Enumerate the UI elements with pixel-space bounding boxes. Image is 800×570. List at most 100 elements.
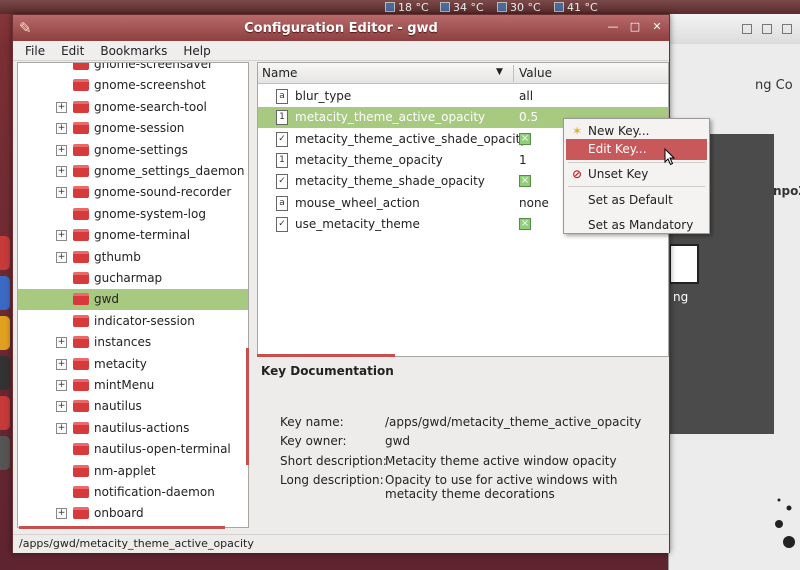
sort-arrow-icon[interactable]: ▼	[496, 67, 503, 77]
tree-item[interactable]: gnome-system-log	[18, 204, 248, 225]
tree-item-label: gnome-session	[94, 121, 185, 136]
key-row[interactable]: a blur_type all	[258, 86, 668, 107]
expander-icon[interactable]: +	[56, 422, 67, 434]
folder-icon	[73, 100, 89, 113]
status-path: /apps/gwd/metacity_theme_active_opacity	[19, 537, 254, 550]
tree-hscrollbar[interactable]	[19, 526, 225, 529]
app-icon[interactable]: ✎	[19, 19, 37, 37]
directory-tree[interactable]: gnome-screensaver gnome-screenshot + gnome-…	[17, 62, 249, 528]
tree-item[interactable]: + nautilus	[18, 396, 248, 417]
tree-item[interactable]: + gnome_settings_daemon	[18, 161, 248, 182]
expander-icon[interactable]: +	[56, 358, 67, 370]
folder-icon	[73, 357, 89, 370]
menu-item-set-mandatory[interactable]: Set as Mandatory	[566, 215, 707, 236]
sensor-icon	[554, 2, 564, 12]
tree-item[interactable]: indicator-session	[18, 311, 248, 332]
folder-icon	[73, 250, 89, 263]
column-header-value[interactable]: Value	[519, 66, 552, 80]
tree-item-label: nm-applet	[94, 463, 156, 478]
menu-file[interactable]: File	[17, 44, 53, 58]
dock-launcher[interactable]	[0, 276, 10, 310]
expander-icon[interactable]: +	[56, 144, 67, 156]
tree-item[interactable]: gnome-screensaver	[18, 63, 248, 75]
key-value[interactable]: none	[519, 196, 549, 210]
tree-item[interactable]: gnome-screenshot	[18, 75, 248, 96]
minimize-icon[interactable]: —	[607, 21, 619, 33]
expander-icon[interactable]: +	[56, 101, 67, 113]
expander-icon[interactable]: +	[56, 508, 67, 520]
expander-icon[interactable]: +	[56, 337, 67, 349]
menu-item-unset-key[interactable]: ⊘ Unset Key	[566, 164, 707, 185]
dock-launcher[interactable]	[0, 436, 10, 470]
expander-icon[interactable]: +	[56, 380, 67, 391]
tree-item-label: gthumb	[94, 249, 141, 264]
tree-item[interactable]: + gnome-sound-recorder	[18, 182, 248, 203]
window-title: Configuration Editor - gwd	[244, 20, 438, 36]
tree-item[interactable]: + gnome-terminal	[18, 225, 248, 246]
folder-icon	[73, 63, 89, 70]
dock-launcher[interactable]	[0, 316, 10, 350]
dock-launcher[interactable]	[0, 356, 10, 390]
tree-item[interactable]: + nautilus-actions	[18, 418, 248, 439]
configuration-editor-window[interactable]: ✎ Configuration Editor - gwd — □ ✕ File …	[12, 14, 670, 553]
expander-icon[interactable]: +	[56, 123, 67, 135]
tree-item[interactable]: + instances	[18, 332, 248, 353]
menu-help[interactable]: Help	[175, 44, 218, 58]
folder-icon	[73, 272, 89, 284]
tree-item[interactable]: + gthumb	[18, 247, 248, 268]
value-checkbox[interactable]: ×	[519, 217, 531, 230]
maximize-icon[interactable]	[762, 24, 772, 34]
menu-bookmarks[interactable]: Bookmarks	[92, 44, 175, 58]
maximize-icon[interactable]: □	[629, 21, 641, 33]
tree-item[interactable]: nautilus-open-terminal	[18, 439, 248, 460]
tree-item-label: gwd	[94, 292, 120, 307]
tree-item[interactable]: + metacity	[18, 354, 248, 375]
tree-scrollbar[interactable]	[246, 348, 249, 465]
sensor-icon	[440, 2, 450, 12]
value-checkbox[interactable]: ×	[519, 132, 531, 145]
close-icon[interactable]	[782, 24, 792, 34]
tree-item[interactable]: gucharmap	[18, 268, 248, 289]
menu-item-set-default[interactable]: Set as Default	[566, 190, 707, 211]
expander-icon[interactable]: +	[56, 166, 67, 177]
key-value[interactable]: 1	[519, 153, 527, 167]
close-icon[interactable]: ✕	[651, 21, 663, 33]
tree-item[interactable]: notification-daemon	[18, 482, 248, 503]
expander-icon[interactable]: +	[56, 401, 67, 413]
tree-item[interactable]: gwd	[18, 289, 248, 311]
tree-item[interactable]: nm-applet	[18, 461, 248, 482]
key-owner-value: gwd	[385, 434, 411, 448]
folder-icon	[73, 186, 89, 199]
background-window[interactable]: ng Co npoZe ng	[668, 14, 800, 570]
tree-item[interactable]: + gnome-search-tool	[18, 97, 248, 118]
folder-icon	[73, 336, 89, 349]
menu-item-edit-key[interactable]: Edit Key...	[566, 139, 707, 160]
window-titlebar[interactable]: ✎ Configuration Editor - gwd — □ ✕	[13, 15, 669, 41]
tree-item-label: instances	[94, 335, 152, 350]
tree-item[interactable]: + mintMenu	[18, 375, 248, 396]
menu-edit[interactable]: Edit	[53, 44, 92, 58]
expander-icon[interactable]: +	[56, 251, 67, 263]
expander-icon[interactable]: +	[56, 230, 67, 242]
tree-item[interactable]: + onboard	[18, 503, 248, 524]
expander-icon[interactable]: +	[56, 187, 67, 199]
column-divider[interactable]	[513, 65, 514, 82]
tree-item-label: mintMenu	[94, 378, 155, 392]
tree-item[interactable]: + gnome-session	[18, 118, 248, 139]
temp-indicator: 18 °C	[385, 0, 429, 14]
column-header-name[interactable]: Name	[262, 66, 297, 80]
key-list-hscrollbar[interactable]	[257, 354, 395, 357]
bool-type-icon: ✓	[276, 174, 288, 190]
key-value[interactable]: all	[519, 89, 533, 103]
folder-icon	[73, 293, 89, 306]
dock-launcher[interactable]	[0, 236, 10, 270]
value-checkbox[interactable]: ×	[519, 175, 531, 188]
tree-item-label: gnome-screenshot	[94, 78, 206, 93]
dock-launcher[interactable]	[0, 396, 10, 430]
tree-item[interactable]: + gnome-settings	[18, 140, 248, 161]
temp-indicator: 34 °C	[440, 0, 484, 14]
minimize-icon[interactable]	[742, 24, 752, 34]
folder-icon	[73, 207, 89, 220]
brush-size-icon	[775, 498, 795, 548]
key-value[interactable]: 0.5	[519, 110, 538, 124]
